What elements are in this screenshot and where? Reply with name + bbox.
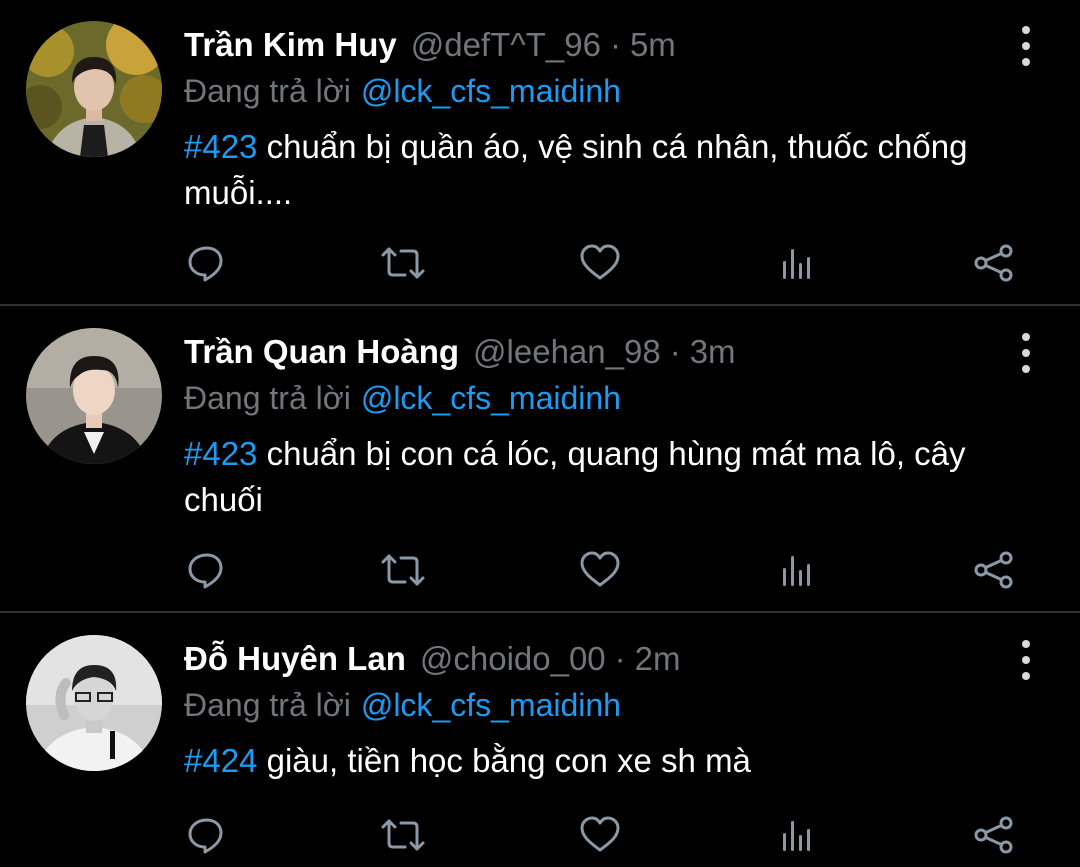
more-options-button[interactable] xyxy=(1018,26,1034,66)
author-handle[interactable]: @choido_00 xyxy=(420,640,606,678)
reply-to-link[interactable]: @lck_cfs_maidinh xyxy=(361,687,621,724)
divider xyxy=(0,304,1080,306)
hashtag-link[interactable]: #424 xyxy=(184,742,257,779)
tweet-text: #423 chuẩn bị con cá lóc, quang hùng mát… xyxy=(184,431,1024,523)
reply-context: Đang trả lời @lck_cfs_maidinh xyxy=(184,68,621,114)
tweet-body: giàu, tiền học bằng con xe sh mà xyxy=(266,742,751,779)
retweet-icon xyxy=(381,247,425,279)
speech-bubble-icon xyxy=(188,818,223,854)
bar-chart-icon xyxy=(783,249,810,279)
reply-context: Đang trả lời @lck_cfs_maidinh xyxy=(184,682,621,728)
tweet-text: #424 giàu, tiền học bằng con xe sh mà xyxy=(184,738,1024,784)
analytics-button[interactable] xyxy=(772,238,822,288)
more-vertical-icon xyxy=(1022,333,1030,341)
hashtag-link[interactable]: #423 xyxy=(184,128,257,165)
retweet-button[interactable] xyxy=(378,238,428,288)
tweet-body: chuẩn bị con cá lóc, quang hùng mát ma l… xyxy=(184,435,966,518)
author-handle[interactable]: @defT^T_96 xyxy=(411,26,601,64)
more-vertical-icon xyxy=(1022,26,1030,34)
divider xyxy=(0,611,1080,613)
reply-prefix: Đang trả lời xyxy=(184,379,351,416)
share-button[interactable] xyxy=(969,545,1019,595)
share-button[interactable] xyxy=(969,810,1019,860)
reply-context: Đang trả lời @lck_cfs_maidinh xyxy=(184,375,621,421)
timestamp[interactable]: 2m xyxy=(635,640,681,678)
bar-chart-icon xyxy=(783,821,810,851)
share-icon xyxy=(974,244,1013,282)
hashtag-link[interactable]: #423 xyxy=(184,435,257,472)
retweet-icon xyxy=(381,554,425,586)
timestamp[interactable]: 5m xyxy=(630,26,676,64)
author-name[interactable]: Đỗ Huyên Lan xyxy=(184,640,406,678)
more-options-button[interactable] xyxy=(1018,640,1034,680)
retweet-icon xyxy=(381,819,425,851)
reply-to-link[interactable]: @lck_cfs_maidinh xyxy=(361,73,621,110)
more-vertical-icon xyxy=(1022,640,1030,648)
author-name[interactable]: Trần Quan Hoàng xyxy=(184,333,459,371)
heart-icon xyxy=(580,816,620,852)
separator-dot: · xyxy=(669,333,681,370)
tweet-text: #423 chuẩn bị quần áo, vệ sinh cá nhân, … xyxy=(184,124,1024,216)
like-button[interactable] xyxy=(575,545,625,595)
share-icon xyxy=(974,816,1013,854)
avatar[interactable] xyxy=(26,21,162,157)
reply-prefix: Đang trả lời xyxy=(184,72,351,109)
speech-bubble-icon xyxy=(188,553,223,589)
more-options-button[interactable] xyxy=(1018,333,1034,373)
avatar[interactable] xyxy=(26,328,162,464)
action-bar xyxy=(0,810,1080,860)
reply-button[interactable] xyxy=(181,238,231,288)
action-bar xyxy=(0,545,1080,595)
separator-dot: · xyxy=(614,640,626,677)
tweet-item[interactable]: Đỗ Huyên Lan @choido_00 · 2m Đang trả lờ… xyxy=(0,614,1080,867)
bar-chart-icon xyxy=(783,556,810,586)
analytics-button[interactable] xyxy=(772,545,822,595)
author-name[interactable]: Trần Kim Huy xyxy=(184,26,397,64)
tweet-item[interactable]: Trần Quan Hoàng @leehan_98 · 3m Đang trả… xyxy=(0,307,1080,613)
reply-button[interactable] xyxy=(181,545,231,595)
share-icon xyxy=(974,551,1013,589)
reply-prefix: Đang trả lời xyxy=(184,686,351,723)
avatar[interactable] xyxy=(26,635,162,771)
tweet-body: chuẩn bị quần áo, vệ sinh cá nhân, thuốc… xyxy=(184,128,968,211)
heart-icon xyxy=(580,551,620,587)
speech-bubble-icon xyxy=(188,246,223,282)
reply-to-link[interactable]: @lck_cfs_maidinh xyxy=(361,380,621,417)
like-button[interactable] xyxy=(575,238,625,288)
like-button[interactable] xyxy=(575,810,625,860)
retweet-button[interactable] xyxy=(378,810,428,860)
tweet-item[interactable]: Trần Kim Huy @defT^T_96 · 5m Đang trả lờ… xyxy=(0,0,1080,306)
author-handle[interactable]: @leehan_98 xyxy=(473,333,661,371)
retweet-button[interactable] xyxy=(378,545,428,595)
share-button[interactable] xyxy=(969,238,1019,288)
reply-button[interactable] xyxy=(181,810,231,860)
action-bar xyxy=(0,238,1080,288)
analytics-button[interactable] xyxy=(772,810,822,860)
separator-dot: · xyxy=(609,26,621,63)
timestamp[interactable]: 3m xyxy=(690,333,736,371)
heart-icon xyxy=(580,244,620,280)
